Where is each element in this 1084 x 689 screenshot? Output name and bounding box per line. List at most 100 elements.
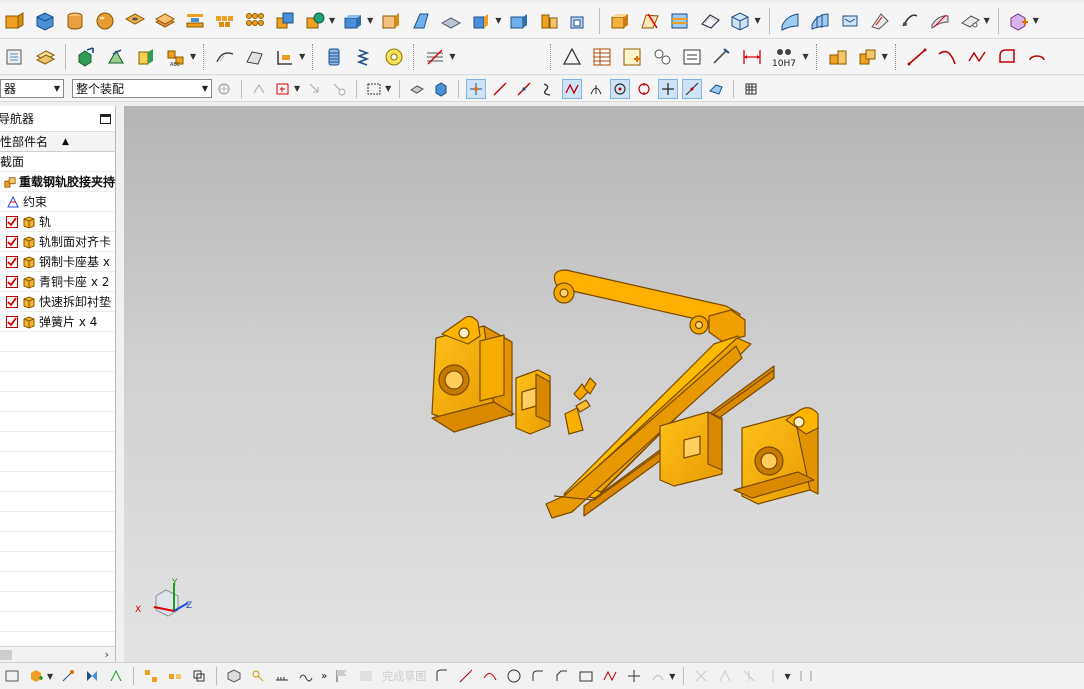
snap-intersection-icon[interactable]	[562, 78, 583, 99]
select-faces-icon[interactable]	[407, 79, 427, 99]
hole-icon[interactable]	[123, 9, 147, 33]
assembly-model[interactable]: Y Z X	[124, 106, 1084, 662]
through-curves-icon[interactable]	[778, 9, 802, 33]
sew-icon[interactable]	[638, 9, 662, 33]
snap-endpoint-icon[interactable]	[466, 78, 487, 99]
chevron-down-icon[interactable]: ▼	[784, 672, 790, 681]
selection-scope-dropdown[interactable]: 整个装配 ▼	[72, 79, 212, 98]
draft-icon[interactable]	[409, 9, 433, 33]
multi-select-icon[interactable]	[329, 79, 349, 99]
bronze-seat[interactable]	[515, 369, 551, 435]
visibility-checkbox[interactable]	[6, 215, 18, 228]
balloon-icon[interactable]	[650, 45, 674, 69]
chevron-down-icon[interactable]: ▼	[802, 52, 808, 61]
sketch-fillet-icon[interactable]	[528, 666, 548, 686]
line-icon[interactable]	[905, 45, 929, 69]
select-bodies-icon[interactable]	[431, 79, 451, 99]
mirror-assembly-icon[interactable]	[134, 45, 158, 69]
boss-icon[interactable]	[153, 9, 177, 33]
ruler-icon[interactable]	[272, 666, 292, 686]
snap-control-point-icon[interactable]	[538, 79, 558, 99]
sketch-line-icon[interactable]	[456, 666, 476, 686]
sheet-icon[interactable]	[33, 45, 57, 69]
table-note-icon[interactable]	[590, 45, 614, 69]
sketch-circle-icon[interactable]	[504, 666, 524, 686]
pocket-icon[interactable]	[183, 9, 207, 33]
snap-arc-center-icon[interactable]	[586, 79, 606, 99]
sketch-corner-icon[interactable]	[739, 666, 759, 686]
washer-icon[interactable]	[382, 45, 406, 69]
through-curve-mesh-icon[interactable]	[808, 9, 832, 33]
curve-icon[interactable]	[213, 45, 237, 69]
pattern-feature-icon[interactable]	[213, 9, 237, 33]
component-pattern-icon[interactable]: ABC	[164, 45, 188, 69]
swept-icon[interactable]	[898, 9, 922, 33]
assembly-constraints-icon[interactable]	[104, 45, 128, 69]
navigator-row-constraint[interactable]: 约束	[0, 192, 115, 212]
parts-list-icon[interactable]	[620, 45, 644, 69]
sketch-extend-icon[interactable]	[715, 666, 735, 686]
triangle-icon[interactable]	[560, 45, 584, 69]
add-component-icon[interactable]	[26, 666, 46, 686]
chevron-down-icon[interactable]: ▼	[449, 52, 455, 61]
visibility-checkbox[interactable]	[6, 275, 18, 288]
sketch-chamfer-icon[interactable]	[552, 666, 572, 686]
view-cube-icon[interactable]	[224, 666, 244, 686]
thread-icon[interactable]	[322, 45, 346, 69]
sphere-icon[interactable]	[93, 9, 117, 33]
chevron-down-icon[interactable]: ▼	[294, 84, 300, 93]
subtract-icon[interactable]	[303, 9, 327, 33]
select-box-icon[interactable]	[273, 79, 293, 99]
navigator-row-section[interactable]: 截面	[0, 152, 115, 172]
navigator-horizontal-scrollbar[interactable]: ›	[0, 646, 115, 662]
unite-icon[interactable]	[273, 9, 297, 33]
extract-body-icon[interactable]	[608, 9, 632, 33]
checker-flag-icon[interactable]	[356, 666, 376, 686]
chevron-down-icon[interactable]: ▼	[367, 16, 373, 25]
navigator-row-part[interactable]: 快速拆卸衬垫	[0, 292, 115, 312]
snap-line-icon[interactable]	[490, 79, 510, 99]
hollow-icon[interactable]	[567, 9, 591, 33]
studio-surface-icon[interactable]	[868, 9, 892, 33]
chevron-down-icon[interactable]: ▼	[47, 672, 53, 681]
feature-control-frame-icon[interactable]	[710, 45, 734, 69]
surface-patch-icon[interactable]	[243, 45, 267, 69]
pattern-dots-icon[interactable]	[243, 9, 267, 33]
surface-options-icon[interactable]	[958, 9, 982, 33]
chevron-down-icon[interactable]: ▼	[329, 16, 335, 25]
navigator-row-part[interactable]: 青铜卡座 x 2	[0, 272, 115, 292]
note-icon[interactable]	[680, 45, 704, 69]
wave-icon[interactable]	[296, 666, 316, 686]
wave-spring-icon[interactable]	[423, 45, 447, 69]
snap-quadrant-icon[interactable]	[634, 79, 654, 99]
bom-icon[interactable]	[826, 45, 850, 69]
navigator-row-part[interactable]: 钢制卡座基 x	[0, 252, 115, 272]
snap-circle-center-icon[interactable]	[610, 78, 631, 99]
studio-spline-icon[interactable]	[965, 45, 989, 69]
sketch-offset-icon[interactable]	[648, 666, 668, 686]
snap-point-on-face-icon[interactable]	[706, 79, 726, 99]
arc-icon[interactable]	[935, 45, 959, 69]
profile-icon[interactable]	[995, 45, 1019, 69]
chevron-down-icon[interactable]: ▼	[754, 16, 760, 25]
visibility-checkbox[interactable]	[6, 315, 18, 328]
rapid-dimension-icon[interactable]	[740, 45, 764, 69]
snap-point-options-icon[interactable]	[249, 79, 269, 99]
chamfer-icon[interactable]	[469, 9, 493, 33]
quick-release-pad[interactable]	[659, 411, 723, 487]
grid-icon[interactable]	[741, 79, 761, 99]
spring-plates[interactable]	[573, 377, 597, 413]
left-clamp-base[interactable]	[431, 315, 515, 433]
offset-face-icon[interactable]	[379, 9, 403, 33]
cursor-point-icon[interactable]	[305, 79, 325, 99]
navigator-row-part[interactable]: 轨	[0, 212, 115, 232]
weight-management-icon[interactable]	[856, 45, 880, 69]
spring-icon[interactable]	[352, 45, 376, 69]
scrollbar-thumb[interactable]	[0, 650, 12, 660]
block-icon[interactable]	[33, 9, 57, 33]
fillet-icon[interactable]	[273, 45, 297, 69]
visibility-checkbox[interactable]	[6, 255, 18, 268]
edge-blend-icon[interactable]	[439, 9, 463, 33]
navigator-row-assembly[interactable]: 重载钢轨胶接夹持	[0, 172, 115, 192]
sketch-profile-icon[interactable]	[432, 666, 452, 686]
